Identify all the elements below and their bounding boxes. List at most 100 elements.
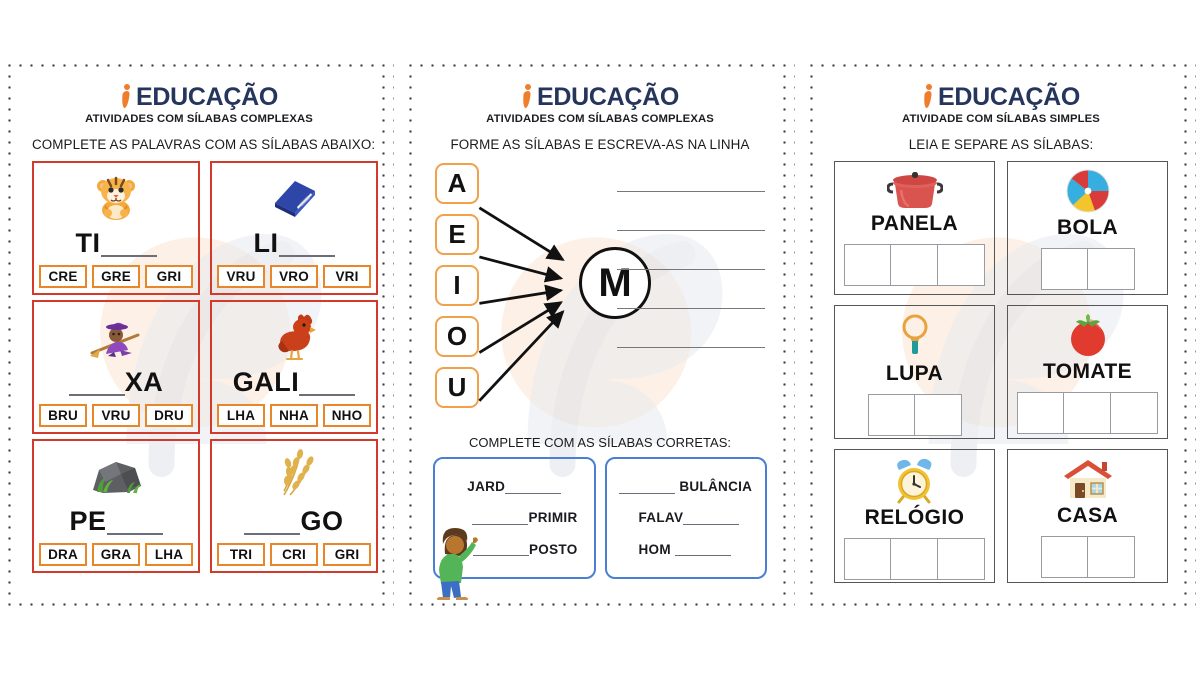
word-suffix: GO: [300, 506, 344, 536]
syllable-box[interactable]: [844, 538, 891, 580]
syllable-options: VRU VRO VRI: [217, 265, 371, 288]
word-suffix: XA: [124, 367, 164, 397]
brand-name: EDUCAÇÃO: [937, 82, 1081, 111]
syllable-box[interactable]: [938, 538, 985, 580]
page-subtitle: ATIVIDADES COM SÍLABAS COMPLEXAS: [486, 113, 714, 125]
page-subtitle: ATIVIDADES COM SÍLABAS COMPLEXAS: [85, 113, 313, 125]
i-logo-mark-icon: [922, 84, 936, 110]
syllable-option[interactable]: NHO: [323, 404, 371, 427]
brand-logo: EDUCAÇÃO: [834, 84, 1168, 110]
page-subtitle: ATIVIDADE COM SÍLABAS SIMPLES: [902, 113, 1100, 125]
separate-card: RELÓGIO: [834, 449, 995, 583]
i-logo-mark-icon: [120, 84, 134, 110]
syllable-box[interactable]: [1111, 392, 1158, 434]
answer-lines: [617, 191, 765, 348]
answer-blank: [100, 237, 157, 257]
syllable-option[interactable]: LHA: [217, 404, 265, 427]
answer-blank[interactable]: [683, 511, 740, 525]
syllable-box[interactable]: [1087, 536, 1135, 578]
word-prefix: GALI: [232, 367, 300, 397]
word-label: CASA: [1056, 504, 1119, 527]
hen-icon: [217, 307, 371, 363]
syllable-box[interactable]: [914, 394, 962, 436]
word-label: RELÓGIO: [864, 506, 965, 529]
syllable-box[interactable]: [1040, 248, 1088, 290]
separate-card: PANELA: [834, 161, 995, 295]
answer-blank[interactable]: [472, 542, 529, 557]
fill-blank-item: HOM: [617, 542, 756, 557]
syllable-box[interactable]: [891, 244, 938, 286]
syllable-option[interactable]: DRU: [145, 404, 193, 427]
ball-icon: [1065, 168, 1111, 214]
syllable-option[interactable]: TRI: [217, 543, 265, 566]
syllable-box[interactable]: [844, 244, 891, 286]
word-label: LUPA: [885, 362, 944, 385]
syllable-diagram: A E I O U M: [433, 161, 767, 429]
page-instruction: COMPLETE AS PALAVRAS COM AS SÍLABAS ABAI…: [32, 137, 376, 152]
answer-blank[interactable]: [619, 480, 676, 494]
answer-line[interactable]: [617, 191, 765, 192]
syllable-option[interactable]: VRU: [217, 265, 265, 288]
word-prompt: PE: [39, 508, 193, 535]
answer-line[interactable]: [617, 230, 765, 231]
answer-line[interactable]: [617, 347, 765, 348]
syllable-option[interactable]: GRA: [92, 543, 140, 566]
worksheet-canvas: EDUCAÇÃO ATIVIDADES COM SÍLABAS COMPLEXA…: [0, 0, 1200, 675]
answer-line[interactable]: [617, 308, 765, 309]
syllable-boxes: [867, 394, 962, 436]
witch-icon: [39, 307, 193, 363]
word-prefix: LI: [253, 228, 279, 258]
syllable-box[interactable]: [938, 244, 985, 286]
word-prefix: PE: [69, 506, 107, 536]
syllable-option[interactable]: NHA: [270, 404, 318, 427]
word-card: TI CRE GRE GRI: [32, 161, 200, 295]
syllable-boxes: [1040, 248, 1135, 290]
syllable-option[interactable]: VRO: [270, 265, 318, 288]
answer-line[interactable]: [617, 269, 765, 270]
syllable-option[interactable]: GRI: [145, 265, 193, 288]
word-card: PE DRA GRA LHA: [32, 439, 200, 573]
syllable-box[interactable]: [1087, 248, 1135, 290]
word-prefix: TI: [75, 228, 101, 258]
fill-blank-text: POSTO: [528, 541, 578, 557]
syllable-option[interactable]: CRI: [270, 543, 318, 566]
syllable-option[interactable]: LHA: [145, 543, 193, 566]
fill-blank-item: FALAV: [617, 511, 756, 525]
fill-blank-text: PRIMIR: [528, 510, 578, 526]
answer-blank: [244, 515, 301, 535]
separate-card: CASA: [1007, 449, 1168, 583]
syllable-box[interactable]: [1017, 392, 1064, 434]
syllable-option[interactable]: DRA: [39, 543, 87, 566]
separate-card: BOLA: [1007, 161, 1168, 295]
syllable-option[interactable]: GRE: [92, 265, 140, 288]
syllable-option[interactable]: CRE: [39, 265, 87, 288]
answer-blank: [299, 376, 356, 396]
syllable-box[interactable]: [867, 394, 915, 436]
fill-blank-text: JARD: [467, 479, 506, 495]
word-label: TOMATE: [1042, 360, 1133, 383]
word-prompt: LI: [217, 230, 371, 257]
rock-icon: [39, 446, 193, 502]
syllable-boxes: [1040, 536, 1135, 578]
boy-writing-icon: [436, 528, 478, 600]
syllable-box[interactable]: [1064, 392, 1111, 434]
clock-icon: [889, 456, 941, 504]
brand-name: EDUCAÇÃO: [536, 82, 680, 111]
word-card: GALI LHA NHA NHO: [210, 300, 378, 434]
word-card: XA BRU VRU DRU: [32, 300, 200, 434]
worksheet-page-1: EDUCAÇÃO ATIVIDADES COM SÍLABAS COMPLEXA…: [4, 60, 394, 612]
syllable-options: CRE GRE GRI: [39, 265, 193, 288]
wheat-icon: [217, 446, 371, 502]
answer-blank[interactable]: [674, 542, 731, 557]
tiger-icon: [39, 168, 193, 224]
syllable-option[interactable]: VRI: [323, 265, 371, 288]
house-icon: [1062, 456, 1114, 502]
answer-blank[interactable]: [505, 480, 562, 494]
syllable-box[interactable]: [891, 538, 938, 580]
syllable-option[interactable]: BRU: [39, 404, 87, 427]
answer-blank: [68, 376, 125, 396]
syllable-option[interactable]: VRU: [92, 404, 140, 427]
syllable-box[interactable]: [1040, 536, 1088, 578]
tomato-icon: [1064, 312, 1112, 358]
syllable-option[interactable]: GRI: [323, 543, 371, 566]
